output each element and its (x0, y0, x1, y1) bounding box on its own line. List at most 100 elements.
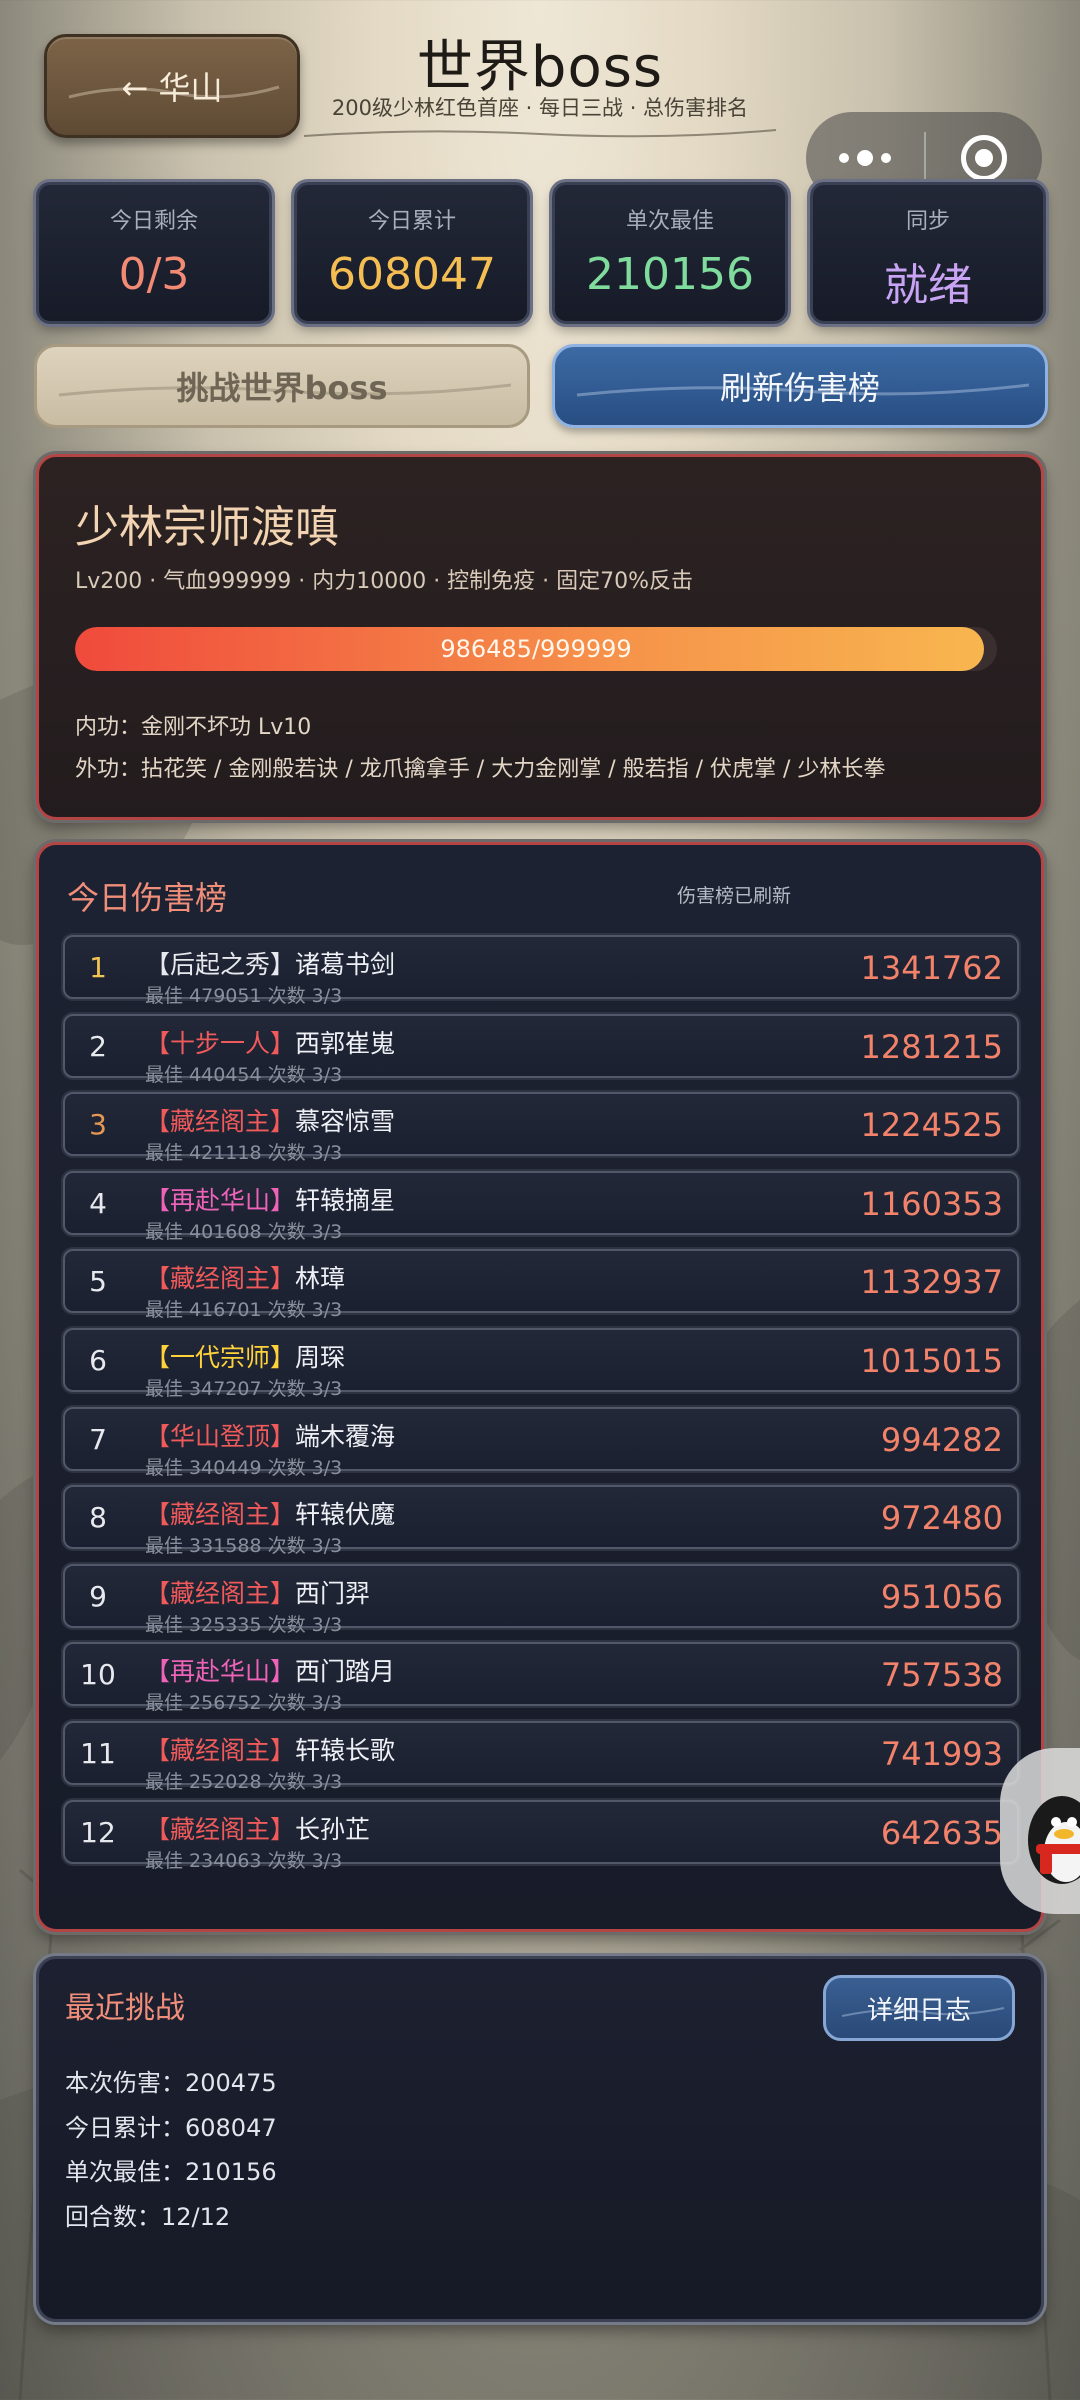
rank-number: 2 (89, 1029, 107, 1063)
player-name: 【后起之秀】诸葛书剑 (145, 945, 395, 981)
rank-number: 9 (89, 1579, 107, 1613)
player-total-damage: 1341762 (860, 949, 1003, 987)
recent-best: 单次最佳：210156 (65, 2158, 277, 2186)
ranking-row[interactable]: 5 【藏经阁主】林璋 最佳 416701 次数 3/3 1132937 (63, 1249, 1019, 1321)
ranking-row[interactable]: 1 【后起之秀】诸葛书剑 最佳 479051 次数 3/3 1341762 (63, 935, 1019, 1007)
ranking-row[interactable]: 6 【一代宗师】周琛 最佳 347207 次数 3/3 1015015 (63, 1327, 1019, 1400)
stat-best-single: 单次最佳 210156 (552, 182, 788, 324)
action-buttons: 挑战世界boss 刷新伤害榜 (34, 344, 1048, 428)
boss-inner-skill: 内功：金刚不坏功 Lv10 (75, 715, 312, 740)
player-best-and-count: 最佳 347207 次数 3/3 (145, 1377, 343, 1400)
player-nickname: 长孙芷 (295, 1814, 371, 1844)
player-nickname: 端木覆海 (295, 1421, 396, 1451)
player-title: 【再赴华山】 (145, 1185, 296, 1215)
back-button-label: ← 华山 (121, 69, 223, 107)
stat-label: 单次最佳 (625, 209, 714, 234)
player-nickname: 轩辕摘星 (295, 1185, 396, 1215)
player-best-and-count: 最佳 331588 次数 3/3 (145, 1535, 343, 1558)
player-total-damage: 972480 (880, 1499, 1003, 1538)
ranking-panel: 今日伤害榜 伤害榜已刷新 1 【后起之秀】诸葛书剑 最佳 479051 次数 3… (36, 842, 1044, 1932)
player-best-and-count: 最佳 325335 次数 3/3 (145, 1613, 343, 1636)
page-subtitle: 200级少林红色首座 · 每日三战 · 总伤害排名 (331, 96, 749, 120)
player-best-and-count: 最佳 479051 次数 3/3 (145, 985, 343, 1007)
player-title: 【后起之秀】 (145, 950, 296, 979)
player-name: 【华山登顶】端木覆海 (145, 1417, 395, 1453)
player-nickname: 西门踏月 (295, 1657, 396, 1687)
refresh-ranking-button[interactable]: 刷新伤害榜 (552, 344, 1048, 428)
player-best-and-count: 最佳 440454 次数 3/3 (145, 1063, 343, 1086)
player-title: 【藏经阁主】 (145, 1735, 296, 1765)
player-name: 【藏经阁主】轩辕伏魔 (145, 1495, 395, 1531)
ranking-list: 1 【后起之秀】诸葛书剑 最佳 479051 次数 3/3 1341762 2 … (63, 935, 1019, 1878)
ranking-row[interactable]: 9 【藏经阁主】西门羿 最佳 325335 次数 3/3 951056 (63, 1563, 1019, 1636)
stat-value: 608047 (328, 249, 496, 300)
boss-outer-skills: 外功：拈花笑 / 金刚般若诀 / 龙爪擒拿手 / 大力金刚掌 / 般若指 / 伏… (75, 757, 886, 782)
player-total-damage: 1015015 (860, 1341, 1003, 1380)
player-total-damage: 1281215 (860, 1027, 1003, 1066)
player-nickname: 慕容惊雪 (295, 1107, 396, 1137)
ranking-row[interactable]: 7 【华山登顶】端木覆海 最佳 340449 次数 3/3 994282 (63, 1406, 1019, 1479)
player-name: 【十步一人】西郭崔嵬 (145, 1024, 395, 1060)
boss-hp-text: 986485/999999 (440, 635, 632, 663)
player-total-damage: 1224525 (860, 1106, 1003, 1145)
player-name: 【一代宗师】周琛 (145, 1338, 345, 1374)
stat-value: 就绪 (884, 260, 972, 311)
player-name: 【再赴华山】轩辕摘星 (145, 1181, 395, 1217)
penguin-icon (1028, 1796, 1080, 1884)
player-total-damage: 1160353 (860, 1184, 1003, 1223)
ranking-row[interactable]: 12 【藏经阁主】长孙芷 最佳 234063 次数 3/3 642635 (63, 1799, 1019, 1872)
boss-stats: Lv200 · 气血999999 · 内力10000 · 控制免疫 · 固定70… (75, 569, 694, 594)
detail-log-button[interactable]: 详细日志 (823, 1975, 1015, 2041)
player-nickname: 西门羿 (295, 1578, 371, 1608)
player-name: 【藏经阁主】轩辕长歌 (145, 1731, 395, 1767)
player-name: 【藏经阁主】长孙芷 (145, 1810, 370, 1846)
refresh-ranking-label: 刷新伤害榜 (719, 369, 880, 407)
stat-label: 今日剩余 (109, 209, 198, 234)
stat-label: 今日累计 (367, 209, 456, 234)
boss-panel: 少林宗师渡嗔 Lv200 · 气血999999 · 内力10000 · 控制免疫… (36, 454, 1044, 820)
floating-penguin-avatar[interactable] (1000, 1748, 1080, 1914)
player-best-and-count: 最佳 234063 次数 3/3 (145, 1849, 343, 1872)
player-total-damage: 1132937 (860, 1263, 1003, 1302)
rank-number: 11 (80, 1736, 116, 1770)
player-best-and-count: 最佳 340449 次数 3/3 (145, 1456, 343, 1479)
ranking-row[interactable]: 4 【再赴华山】轩辕摘星 最佳 401608 次数 3/3 1160353 (63, 1170, 1019, 1243)
rank-number: 8 (89, 1501, 107, 1535)
ranking-row[interactable]: 8 【藏经阁主】轩辕伏魔 最佳 331588 次数 3/3 972480 (63, 1485, 1019, 1557)
boss-name: 少林宗师渡嗔 (75, 502, 339, 553)
back-button[interactable]: ← 华山 (44, 34, 300, 138)
recent-title: 最近挑战 (65, 1991, 185, 2026)
player-best-and-count: 最佳 252028 次数 3/3 (145, 1770, 343, 1793)
page-title: 世界boss (416, 35, 664, 100)
ranking-row[interactable]: 10 【再赴华山】西门踏月 最佳 256752 次数 3/3 757538 (63, 1642, 1019, 1714)
boss-hp-bar: 986485/999999 (75, 627, 997, 671)
rank-number: 10 (80, 1658, 116, 1692)
stat-value: 210156 (586, 249, 754, 300)
player-best-and-count: 最佳 421118 次数 3/3 (145, 1142, 343, 1165)
ranking-status: 伤害榜已刷新 (677, 885, 792, 907)
player-nickname: 周琛 (295, 1342, 346, 1372)
player-name: 【藏经阁主】西门羿 (145, 1574, 370, 1610)
player-total-damage: 951056 (880, 1577, 1003, 1616)
player-title: 【再赴华山】 (145, 1657, 296, 1687)
player-nickname: 轩辕伏魔 (295, 1500, 396, 1530)
player-total-damage: 741993 (880, 1734, 1003, 1773)
stat-total-today: 今日累计 608047 (294, 182, 530, 324)
player-nickname: 西郭崔嵬 (295, 1028, 396, 1058)
player-name: 【再赴华山】西门踏月 (145, 1652, 395, 1688)
ranking-row[interactable]: 2 【十步一人】西郭崔嵬 最佳 440454 次数 3/3 1281215 (63, 1013, 1019, 1086)
recent-total: 今日累计：608047 (65, 2113, 277, 2142)
stats-row: 今日剩余 0/3 今日累计 608047 单次最佳 210156 同步 就绪 (36, 182, 1046, 324)
ranking-row[interactable]: 3 【藏经阁主】慕容惊雪 最佳 421118 次数 3/3 1224525 (63, 1092, 1019, 1164)
recent-stats: 本次伤害：200475 今日累计：608047 单次最佳：210156 回合数：… (65, 2063, 277, 2241)
player-title: 【华山登顶】 (145, 1421, 296, 1451)
ranking-row[interactable]: 11 【藏经阁主】轩辕长歌 最佳 252028 次数 3/3 741993 (63, 1720, 1019, 1793)
challenge-boss-button[interactable]: 挑战世界boss (34, 344, 530, 428)
stat-sync: 同步 就绪 (810, 182, 1046, 324)
player-title: 【藏经阁主】 (145, 1500, 296, 1530)
player-title: 【藏经阁主】 (145, 1107, 296, 1137)
player-total-damage: 642635 (880, 1813, 1003, 1852)
player-nickname: 诸葛书剑 (295, 950, 396, 979)
player-total-damage: 757538 (880, 1656, 1003, 1695)
challenge-boss-label: 挑战世界boss (176, 369, 388, 407)
